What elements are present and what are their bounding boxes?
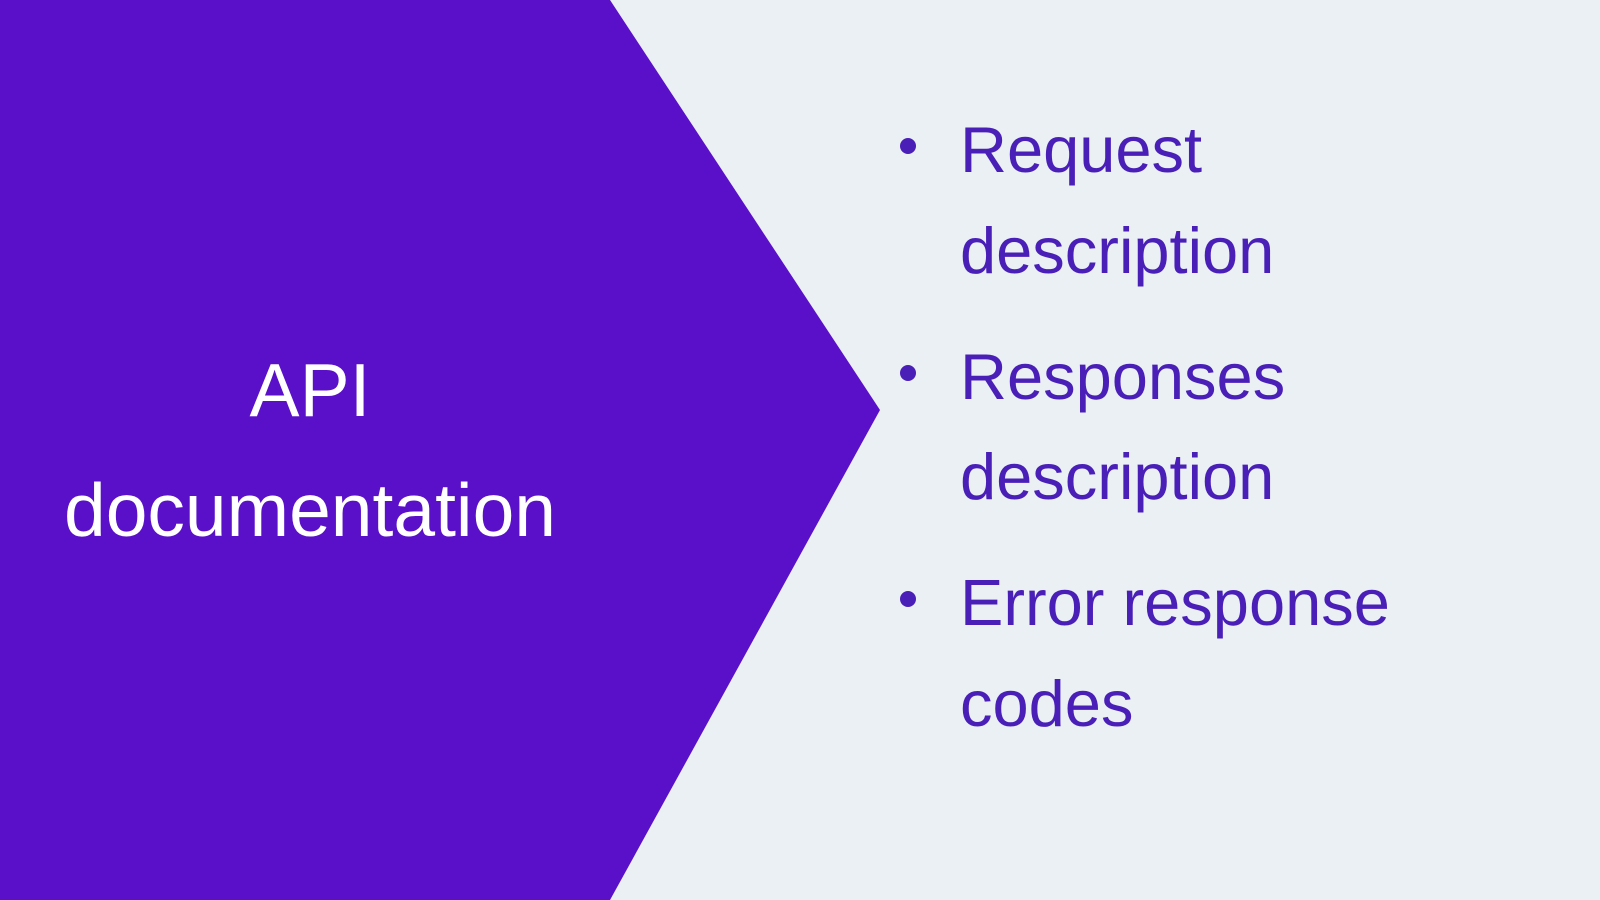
- bullet-list-container: Request description Responses descriptio…: [900, 100, 1520, 780]
- bullet-item-3: Error response codes: [900, 553, 1520, 755]
- left-title-block: API documentation: [0, 0, 620, 900]
- bullet-item-2: Responses description: [900, 327, 1520, 529]
- left-title-line1: API: [250, 330, 371, 450]
- bullet-list: Request description Responses descriptio…: [900, 100, 1520, 755]
- bullet-item-1: Request description: [900, 100, 1520, 302]
- left-title-line2: documentation: [64, 450, 556, 570]
